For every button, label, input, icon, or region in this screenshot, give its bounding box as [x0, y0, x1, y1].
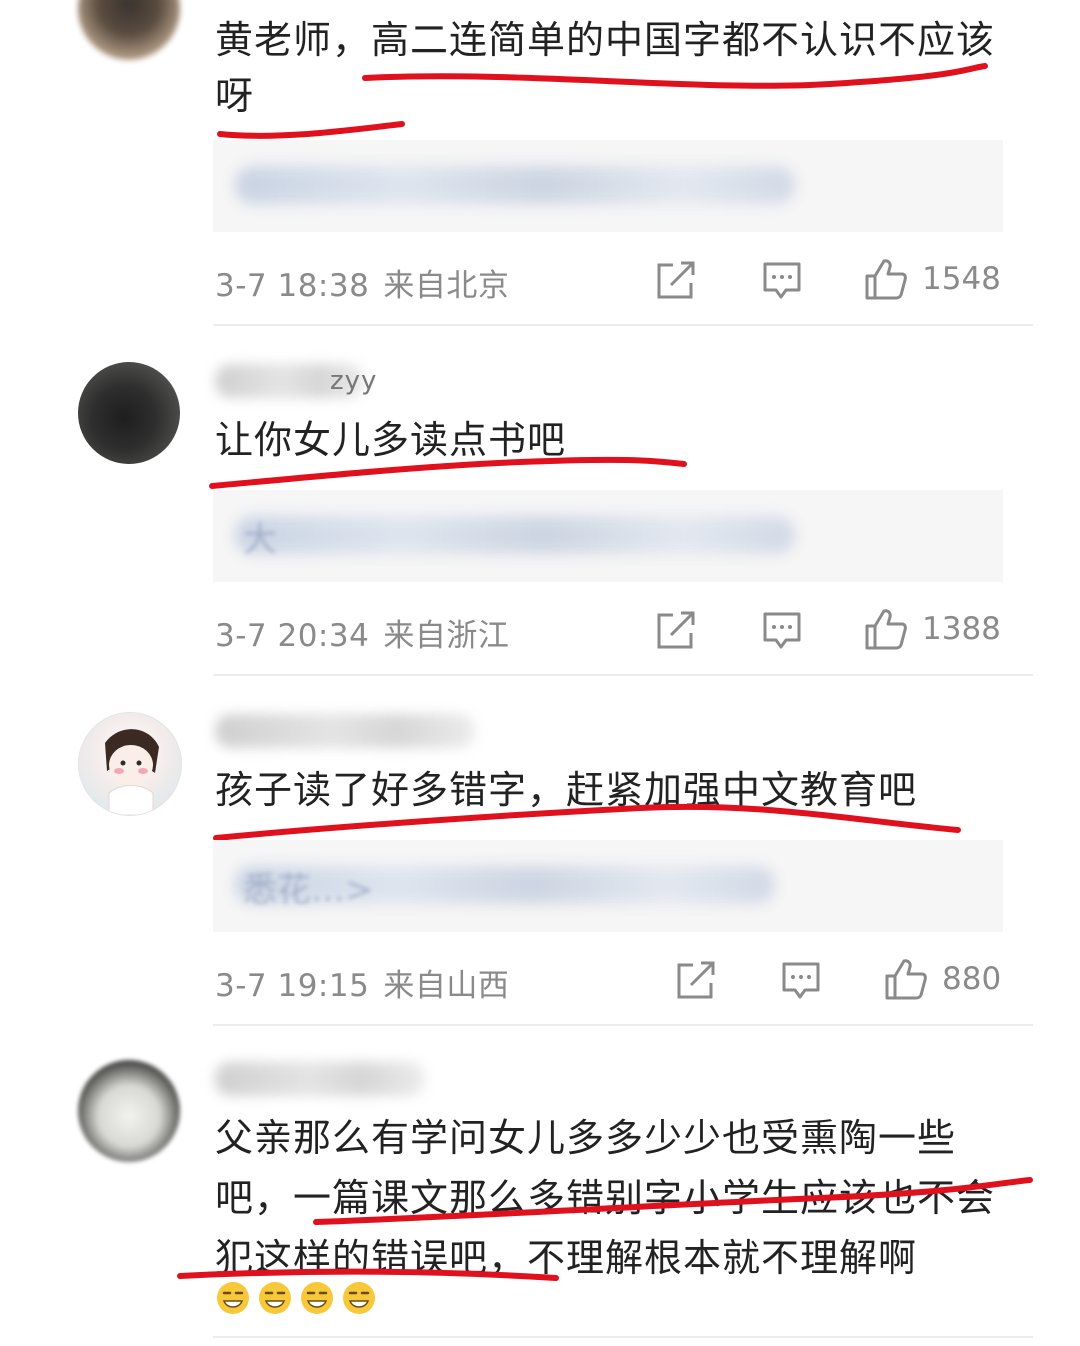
avatar[interactable]: [78, 712, 182, 816]
avatar[interactable]: [78, 362, 180, 464]
like-count: 1388: [922, 611, 1001, 647]
like-button[interactable]: 1388: [864, 606, 1001, 652]
comment-text: 父亲那么有学问女儿多多少少也受熏陶一些吧，一篇课文那么多错别字小学生应该也不会犯…: [215, 1116, 996, 1280]
like-count: 880: [942, 961, 1002, 997]
comment-text: 黄老师，高二连简单的中国字都不认识不应该呀: [215, 18, 996, 118]
comment-feed: 黄老师，高二连简单的中国字都不认识不应该呀 3-7 18:38 来自北京 154…: [0, 0, 1080, 1346]
share-icon: [657, 611, 695, 649]
comment-meta: 3-7 19:15 来自山西: [215, 960, 509, 1005]
divider: [213, 1336, 1033, 1338]
share-button[interactable]: [675, 958, 717, 1004]
divider: [213, 324, 1033, 326]
like-button[interactable]: 1548: [864, 256, 1001, 302]
comment-date: 3-7 18:38: [215, 268, 370, 304]
comment-text: 孩子读了好多错字，赶紧加强中文教育吧: [215, 768, 918, 812]
comment-location: 来自北京: [383, 268, 510, 304]
comment-meta: 3-7 18:38 来自北京: [215, 260, 509, 305]
grinning-emoji-icon: [259, 1282, 291, 1314]
divider: [213, 1024, 1033, 1026]
thumbs-up-icon: [885, 959, 927, 1000]
comment-icon: [782, 962, 820, 999]
comment-button[interactable]: [762, 258, 802, 304]
grinning-emoji-icon: [217, 1282, 249, 1314]
comment-button[interactable]: [781, 958, 821, 1004]
avatar[interactable]: [78, 1060, 180, 1162]
thumbs-up-icon: [865, 609, 907, 650]
share-icon: [657, 261, 695, 299]
blurred-quote: [235, 516, 795, 554]
share-button[interactable]: [655, 608, 697, 654]
comment-meta: 3-7 20:34 来自浙江: [215, 610, 509, 655]
emoji-row: [215, 1280, 377, 1316]
thumbs-up-icon: [865, 259, 907, 300]
divider: [213, 674, 1033, 676]
quoted-reply-box[interactable]: 悉花…>: [213, 840, 1003, 932]
blurred-quote-text: 大: [243, 520, 277, 560]
comment-date: 3-7 20:34: [215, 618, 370, 654]
comment-location: 来自浙江: [383, 618, 510, 654]
comment-location: 来自山西: [383, 968, 510, 1004]
share-icon: [677, 961, 715, 999]
grinning-emoji-icon: [301, 1282, 333, 1314]
comment-icon: [763, 612, 801, 649]
comment-button[interactable]: [762, 608, 802, 654]
like-button[interactable]: 880: [884, 956, 1001, 1002]
blurred-username[interactable]: [215, 714, 475, 748]
cartoon-girl-image: [105, 729, 159, 815]
username-tail[interactable]: zyy: [330, 366, 377, 396]
avatar[interactable]: [78, 0, 180, 60]
blurred-quote-text: 悉花…>: [243, 870, 374, 910]
blurred-quote: [235, 166, 795, 204]
quoted-reply-box[interactable]: 大: [213, 490, 1003, 582]
blurred-username[interactable]: [215, 1062, 425, 1096]
comment-date: 3-7 19:15: [215, 968, 370, 1004]
grinning-emoji-icon: [343, 1282, 375, 1314]
comment-text: 让你女儿多读点书吧: [215, 418, 567, 462]
quoted-reply-box[interactable]: [213, 140, 1003, 232]
comment-icon: [763, 262, 801, 299]
share-button[interactable]: [655, 258, 697, 304]
like-count: 1548: [922, 261, 1001, 297]
